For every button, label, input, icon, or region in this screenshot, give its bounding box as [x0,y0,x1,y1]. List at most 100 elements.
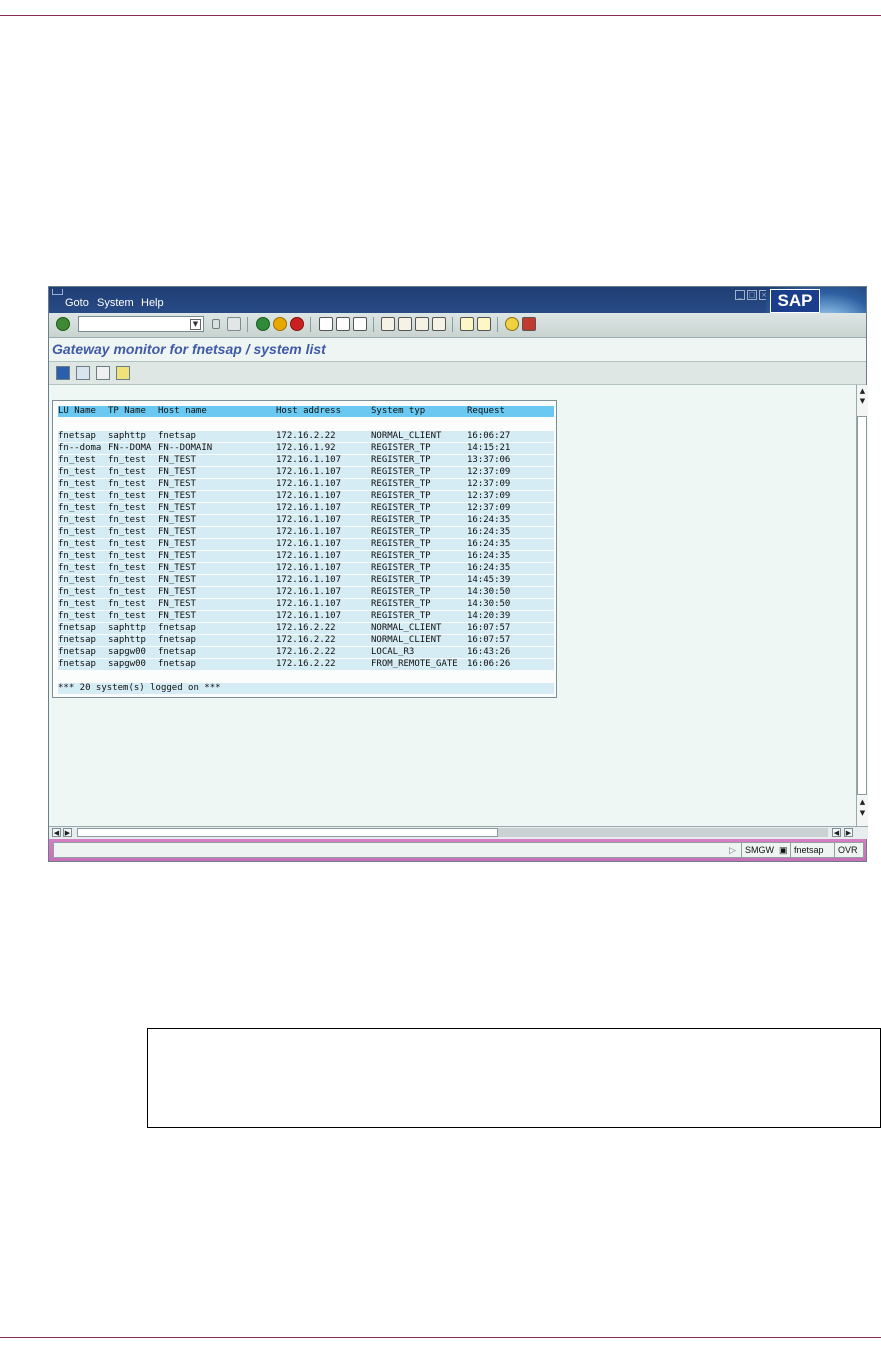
list-row[interactable]: fn_test fn_test FN_TEST 172.16.1.107 REGISTE… [58,575,554,586]
list-row[interactable]: fn_test fn_test FN_TEST 172.16.1.107 REGISTE… [58,455,554,466]
layout-icon[interactable] [522,317,536,331]
scroll-bottom-icon[interactable]: ▼ [858,809,867,818]
list-row[interactable]: fn_test fn_test FN_TEST 172.16.1.107 REGISTE… [58,587,554,598]
column-header[interactable]: LU Name [58,406,96,417]
list-cell: fn_test [108,527,146,537]
menu-help[interactable]: Help [141,297,164,309]
exit-icon[interactable] [273,317,287,331]
list-cell: fn_test [108,599,146,609]
scroll-page-down-icon[interactable]: ▲ [858,798,867,807]
scroll-page-up-icon[interactable]: ▼ [858,397,867,406]
column-header[interactable]: Host address [276,406,341,417]
filter-icon[interactable] [116,366,130,380]
list-cell: FN--DOMA [108,443,152,453]
column-header[interactable]: Request [467,406,505,417]
page-bottom-rule [0,1337,881,1338]
horizontal-scroll-thumb[interactable] [77,828,498,837]
find-next-icon[interactable] [353,317,367,331]
list-row[interactable]: fn_test fn_test FN_TEST 172.16.1.107 REGISTE… [58,467,554,478]
list-row[interactable]: fnetsap saphttp fnetsap 172.16.2.22 NORMAL_C… [58,635,554,646]
list-row[interactable]: fnetsap sapgw00 fnetsap 172.16.2.22 LOCAL_R3… [58,647,554,658]
list-cell: REGISTER_TP [371,479,431,489]
scroll-left-icon[interactable]: ◀ [52,828,61,837]
menu-system[interactable]: System [97,297,134,309]
status-popup-icon[interactable]: ▣ [776,843,790,857]
enter-icon[interactable] [56,317,70,331]
shortcut-icon[interactable] [477,317,491,331]
create-session-icon[interactable] [460,317,474,331]
last-page-icon[interactable] [432,317,446,331]
list-cell: 172.16.2.22 [276,635,336,645]
list-row[interactable]: fn_test fn_test FN_TEST 172.16.1.107 REGISTE… [58,611,554,622]
horizontal-scrollbar[interactable]: ◀ ▶ ◀ ▶ [49,826,868,839]
list-row[interactable]: fnetsap sapgw00 fnetsap 172.16.2.22 FROM_REM… [58,659,554,670]
scroll-right-icon[interactable]: ▶ [63,828,72,837]
find-icon[interactable] [336,317,350,331]
list-cell: fn_test [108,503,146,513]
status-expand-icon[interactable]: ▷ [726,843,739,857]
save-disabled-icon [227,317,241,331]
cancel-icon[interactable] [290,317,304,331]
list-cell: FN_TEST [158,527,196,537]
help-icon[interactable] [505,317,519,331]
print-list-icon[interactable] [96,366,110,380]
column-header[interactable]: TP Name [108,406,146,417]
list-row[interactable]: fn_test fn_test FN_TEST 172.16.1.107 REGISTE… [58,527,554,538]
list-cell: 16:24:35 [467,515,511,525]
list-cell: fn_test [58,491,96,501]
list-row[interactable]: fn--doma FN--DOMA FN--DOMAIN 172.16.1.92 REG… [58,443,554,454]
list-cell: fn_test [58,527,96,537]
status-mode[interactable]: OVR [834,843,861,857]
menu-goto[interactable]: Goto [65,297,89,309]
back-icon[interactable] [256,317,270,331]
scroll-right-end-icon[interactable]: ▶ [844,828,853,837]
list-cell: NORMAL_CLIENT [371,635,442,645]
scroll-left-end-icon[interactable]: ◀ [832,828,841,837]
list-row[interactable]: fn_test fn_test FN_TEST 172.16.1.107 REGISTE… [58,503,554,514]
list-cell: 12:37:09 [467,503,511,513]
scroll-top-icon[interactable]: ▲ [858,387,867,396]
list-row[interactable]: fn_test fn_test FN_TEST 172.16.1.107 REGISTE… [58,539,554,550]
list-row[interactable]: fn_test fn_test FN_TEST 172.16.1.107 REGISTE… [58,599,554,610]
column-header[interactable]: Host name [158,406,207,417]
vertical-scroll-thumb[interactable] [857,416,867,795]
window-menu-icon[interactable] [52,289,63,295]
details-icon[interactable] [76,366,90,380]
maximize-icon[interactable]: □ [747,290,757,300]
print-icon[interactable] [319,317,333,331]
list-row[interactable]: fn_test fn_test FN_TEST 172.16.1.107 REGISTE… [58,551,554,562]
list-cell: 14:20:39 [467,611,511,621]
list-row[interactable]: fnetsap saphttp fnetsap 172.16.2.22 NORMAL_C… [58,623,554,634]
list-row[interactable]: fnetsap saphttp fnetsap 172.16.2.22 NORMAL_C… [58,431,554,442]
previous-page-icon[interactable] [398,317,412,331]
command-field[interactable]: ▼ [78,316,204,332]
list-cell: fn_test [58,479,96,489]
list-cell: FN_TEST [158,467,196,477]
minimize-icon[interactable]: _ [735,290,745,300]
list-cell: FN_TEST [158,563,196,573]
list-cell: REGISTER_TP [371,455,431,465]
command-history-icon[interactable]: ▼ [190,319,201,330]
list-cell: 16:24:35 [467,539,511,549]
list-cell: 172.16.1.107 [276,515,342,525]
save-icon[interactable] [212,319,220,329]
system-list: LU Name TP Name Host name Host address S… [52,400,557,698]
list-row[interactable]: fn_test fn_test FN_TEST 172.16.1.107 REGISTE… [58,563,554,574]
list-row[interactable]: fn_test fn_test FN_TEST 172.16.1.107 REGISTE… [58,515,554,526]
list-cell: 172.16.1.107 [276,611,342,621]
list-row[interactable]: fn_test fn_test FN_TEST 172.16.1.107 REGISTE… [58,479,554,490]
refresh-icon[interactable] [56,366,70,380]
list-cell: fn_test [108,467,146,477]
column-header[interactable]: System typ [371,406,425,417]
list-cell: 16:43:26 [467,647,511,657]
list-cell: 12:37:09 [467,479,511,489]
next-page-icon[interactable] [415,317,429,331]
list-cell: 12:37:09 [467,491,511,501]
list-row[interactable]: fn_test fn_test FN_TEST 172.16.1.107 REGISTE… [58,491,554,502]
horizontal-scroll-track[interactable] [498,828,828,837]
list-cell: FN_TEST [158,455,196,465]
list-cell: 16:24:35 [467,551,511,561]
list-cell: fnetsap [58,635,96,645]
first-page-icon[interactable] [381,317,395,331]
vertical-scrollbar[interactable]: ▲ ▼ ▲ ▼ [856,385,868,826]
